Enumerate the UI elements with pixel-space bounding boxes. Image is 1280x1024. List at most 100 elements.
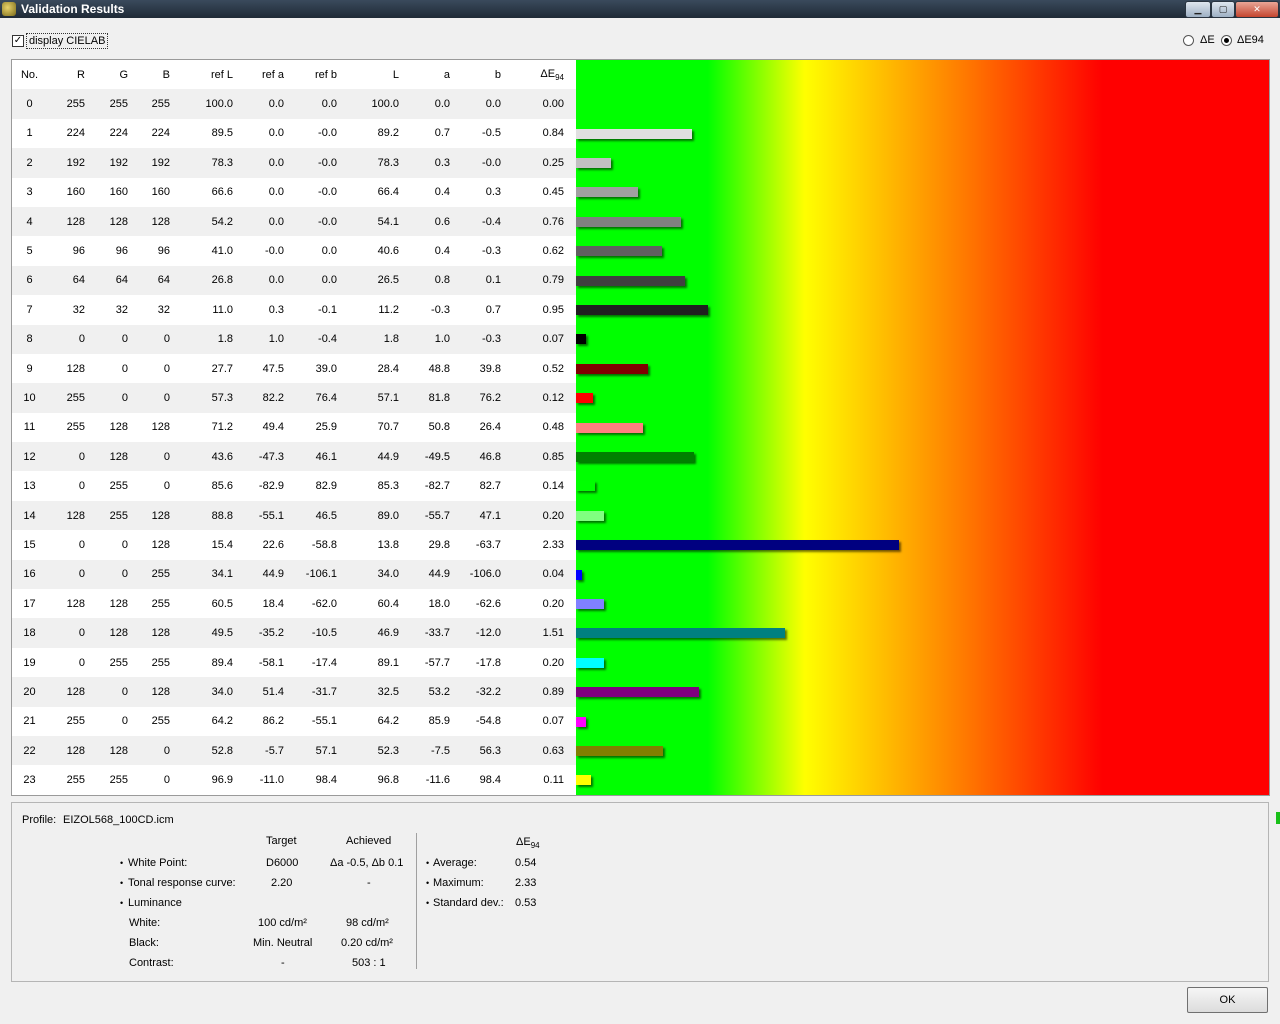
- table-cell: 13.8: [337, 530, 399, 560]
- col-header-de94[interactable]: ΔE94: [501, 60, 564, 90]
- black-lum-achieved: 0.20 cd/m²: [341, 937, 393, 949]
- table-row[interactable]: 11 255 128 128 71.2 49.4 25.9 70.7 50.8 26.4 0.48: [12, 412, 576, 443]
- delta-e-bar: [576, 187, 639, 198]
- table-row[interactable]: 14 128 255 128 88.8 -55.1 46.5 89.0 -55.7 47.1 0.2…: [12, 500, 576, 531]
- table-cell: 88.8: [170, 500, 233, 531]
- table-cell: 60.4: [337, 589, 399, 619]
- table-cell: 128: [47, 500, 85, 531]
- table-cell: 22.6: [233, 530, 284, 560]
- table-cell: 255: [85, 89, 128, 119]
- contrast-achieved: 503 : 1: [352, 957, 386, 969]
- table-row[interactable]: 4 128 128 128 54.2 0.0 -0.0 54.1 0.6 -0.4 0.76: [12, 206, 576, 237]
- table-cell: 78.3: [337, 148, 399, 178]
- minimize-button[interactable]: ▁: [1185, 1, 1211, 18]
- bullet-average: •: [426, 858, 430, 868]
- radio-de94-label[interactable]: ΔE94: [1237, 34, 1264, 46]
- table-cell: -49.5: [399, 442, 450, 472]
- table-cell: -55.1: [233, 500, 284, 531]
- table-cell: 50.8: [399, 412, 450, 443]
- table-cell: 60.5: [170, 589, 233, 619]
- table-cell: 224: [128, 118, 170, 149]
- table-row[interactable]: 19 0 255 255 89.4 -58.1 -17.4 89.1 -57.7 -17.8 0.2…: [12, 647, 576, 678]
- table-cell: 0: [128, 353, 170, 384]
- delta-e-bar: [576, 716, 586, 727]
- table-cell: 32: [128, 295, 170, 325]
- table-cell: 0: [128, 471, 170, 501]
- table-cell: -7.5: [399, 735, 450, 766]
- table-row[interactable]: 1 224 224 224 89.5 0.0 -0.0 89.2 0.7 -0.5 0.84: [12, 118, 576, 149]
- display-cielab-label[interactable]: display CIELAB: [26, 33, 109, 49]
- table-row[interactable]: 17 128 128 255 60.5 18.4 -62.0 60.4 18.0 -62.6 0.2…: [12, 589, 576, 619]
- table-cell: 10: [12, 383, 47, 413]
- table-row[interactable]: 7 32 32 32 11.0 0.3 -0.1 11.2 -0.3 0.7 0.95: [12, 295, 576, 325]
- col-header-spacer: [564, 60, 576, 90]
- table-cell: -0.3: [450, 324, 501, 354]
- col-header-ref-b[interactable]: ref b: [284, 60, 337, 90]
- col-header-ref-l[interactable]: ref L: [170, 60, 233, 90]
- table-cell-spacer: [564, 765, 576, 795]
- table-cell: 1.0: [233, 324, 284, 354]
- table-row[interactable]: 8 0 0 0 1.8 1.0 -0.4 1.8 1.0 -0.3 0.07: [12, 324, 576, 354]
- col-header-b[interactable]: B: [128, 60, 170, 90]
- table-cell: 0: [85, 324, 128, 354]
- table-row[interactable]: 20 128 0 128 34.0 51.4 -31.7 32.5 53.2 -32.2 0.89: [12, 677, 576, 707]
- table-cell: 11: [12, 412, 47, 443]
- delta-e-bar: [576, 775, 592, 786]
- col-header-no[interactable]: No.: [12, 60, 47, 90]
- table-row[interactable]: 2 192 192 192 78.3 0.0 -0.0 78.3 0.3 -0.0 0.25: [12, 148, 576, 178]
- table-cell: 78.3: [170, 148, 233, 178]
- table-cell-spacer: [564, 236, 576, 266]
- table-row[interactable]: 23 255 255 0 96.9 -11.0 98.4 96.8 -11.6 98.4 0.11: [12, 765, 576, 795]
- table-cell: -0.0: [233, 236, 284, 266]
- table-cell: 0.20: [501, 589, 564, 619]
- table-cell: 9: [12, 353, 47, 384]
- table-cell: 255: [47, 89, 85, 119]
- table-cell: 192: [47, 148, 85, 178]
- table-cell: 64.2: [337, 706, 399, 736]
- table-row[interactable]: 10 255 0 0 57.3 82.2 76.4 57.1 81.8 76.2 0.12: [12, 383, 576, 413]
- table-row[interactable]: 15 0 0 128 15.4 22.6 -58.8 13.8 29.8 -63.7 2.33: [12, 530, 576, 560]
- table-row[interactable]: 9 128 0 0 27.7 47.5 39.0 28.4 48.8 39.8 0.52: [12, 353, 576, 384]
- close-button[interactable]: ✕: [1235, 1, 1279, 18]
- table-cell: 0: [12, 89, 47, 119]
- edge-indicator: [1276, 812, 1280, 824]
- table-row[interactable]: 0 255 255 255 100.0 0.0 0.0 100.0 0.0 0.0 0.00: [12, 89, 576, 119]
- table-row[interactable]: 21 255 0 255 64.2 86.2 -55.1 64.2 85.9 -54.8 0.07: [12, 706, 576, 736]
- table-cell: 128: [85, 206, 128, 237]
- radio-de[interactable]: [1183, 35, 1194, 46]
- table-cell: 96: [85, 236, 128, 266]
- table-row[interactable]: 3 160 160 160 66.6 0.0 -0.0 66.4 0.4 0.3 0.45: [12, 177, 576, 207]
- ok-button[interactable]: OK: [1187, 987, 1268, 1013]
- table-cell: 0: [47, 618, 85, 648]
- table-cell: -0.0: [450, 148, 501, 178]
- bullet-maximum: •: [426, 878, 430, 888]
- col-header-ref-a[interactable]: ref a: [233, 60, 284, 90]
- maximize-button[interactable]: ▢: [1211, 1, 1235, 18]
- col-header-b-lab[interactable]: b: [450, 60, 501, 90]
- table-cell: 57.1: [337, 383, 399, 413]
- table-cell: 11.2: [337, 295, 399, 325]
- table-row[interactable]: 12 0 128 0 43.6 -47.3 46.1 44.9 -49.5 46.8 0.85: [12, 442, 576, 472]
- table-cell: -63.7: [450, 530, 501, 560]
- table-row[interactable]: 16 0 0 255 34.1 44.9 -106.1 34.0 44.9 -106.0 0.04: [12, 559, 576, 590]
- table-row[interactable]: 5 96 96 96 41.0 -0.0 0.0 40.6 0.4 -0.3 0.62: [12, 236, 576, 266]
- table-cell: 82.2: [233, 383, 284, 413]
- col-header-l[interactable]: L: [337, 60, 399, 90]
- table-row[interactable]: 13 0 255 0 85.6 -82.9 82.9 85.3 -82.7 82.7 0.14: [12, 471, 576, 501]
- de94-summary-sub: 94: [530, 841, 540, 851]
- delta-e-bar: [576, 451, 694, 462]
- display-cielab-checkbox[interactable]: ✓: [12, 35, 24, 47]
- table-row[interactable]: 6 64 64 64 26.8 0.0 0.0 26.5 0.8 0.1 0.79: [12, 265, 576, 296]
- col-header-r[interactable]: R: [47, 60, 85, 90]
- col-header-g[interactable]: G: [85, 60, 128, 90]
- table-row[interactable]: 18 0 128 128 49.5 -35.2 -10.5 46.9 -33.7 -12.0 1.5…: [12, 618, 576, 648]
- results-table-area[interactable]: No. R G B ref L ref a ref b L a b ΔE94 0…: [11, 59, 1270, 796]
- table-cell: 15.4: [170, 530, 233, 560]
- radio-de94[interactable]: [1221, 35, 1232, 46]
- table-row[interactable]: 22 128 128 0 52.8 -5.7 57.1 52.3 -7.5 56.3 0.63: [12, 735, 576, 766]
- col-header-a[interactable]: a: [399, 60, 450, 90]
- table-cell: 128: [128, 618, 170, 648]
- table-cell: 224: [85, 118, 128, 149]
- radio-de-label[interactable]: ΔE: [1200, 34, 1215, 46]
- table-cell: -62.6: [450, 589, 501, 619]
